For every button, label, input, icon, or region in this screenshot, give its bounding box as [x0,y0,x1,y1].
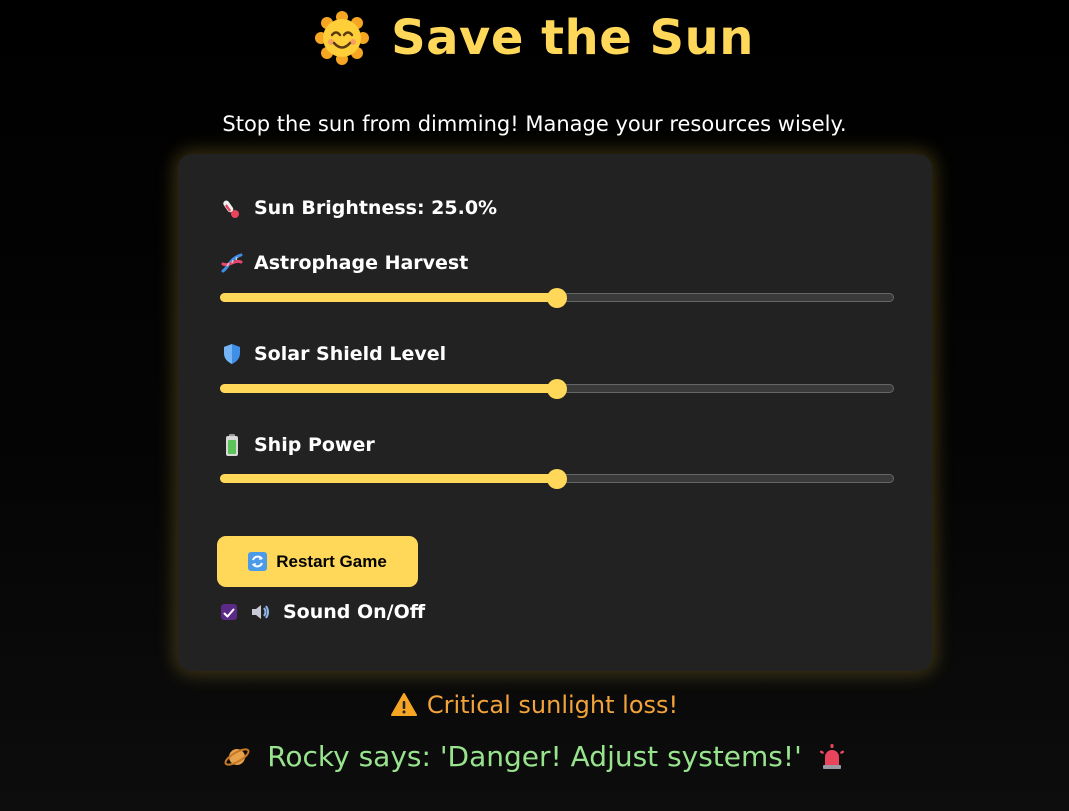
control-label: Astrophage Harvest [254,252,469,274]
battery-icon [220,433,244,457]
rocky-message: Rocky says: 'Danger! Adjust systems!' [0,740,1069,773]
control-label: Solar Shield Level [254,343,447,365]
warning-message: Critical sunlight loss! [0,691,1069,719]
slider-thumb[interactable] [547,469,567,489]
restart-label: Restart Game [276,551,387,571]
warning-text: Critical sunlight loss! [426,691,679,719]
sound-label: Sound On/Off [283,601,426,623]
ringed-planet-icon [223,743,251,771]
ship-power-slider[interactable] [220,469,894,489]
slider-thumb[interactable] [547,379,567,399]
brightness-readout: Sun Brightness: 25.0% [220,196,497,220]
refresh-icon [248,552,268,571]
control-power-header: Ship Power [220,433,375,457]
game-panel: Sun Brightness: 25.0% Astrophage Harvest… [178,154,932,671]
control-label: Ship Power [254,434,375,456]
brightness-label: Sun Brightness: 25.0% [254,197,498,219]
warning-icon [390,692,417,718]
dna-icon [220,251,244,275]
control-shield-header: Solar Shield Level [220,342,446,366]
slider-thumb[interactable] [547,288,567,308]
page-header: Save the Sun [0,6,1069,70]
rocky-text: Rocky says: 'Danger! Adjust systems!' [267,740,802,773]
solar-shield-slider[interactable] [220,379,894,399]
control-astrophage-header: Astrophage Harvest [220,251,468,275]
restart-button[interactable]: Restart Game [217,536,418,587]
page-title: Save the Sun [391,10,754,66]
astrophage-harvest-slider[interactable] [220,288,894,308]
sound-checkbox[interactable] [221,604,237,620]
shield-icon [220,342,244,366]
smiling-sun-icon [315,11,370,65]
speaker-icon [249,601,271,623]
thermometer-icon [220,196,244,220]
siren-icon [818,743,846,771]
page-subtitle: Stop the sun from dimming! Manage your r… [222,112,847,136]
sound-toggle-row: Sound On/Off [221,601,425,623]
